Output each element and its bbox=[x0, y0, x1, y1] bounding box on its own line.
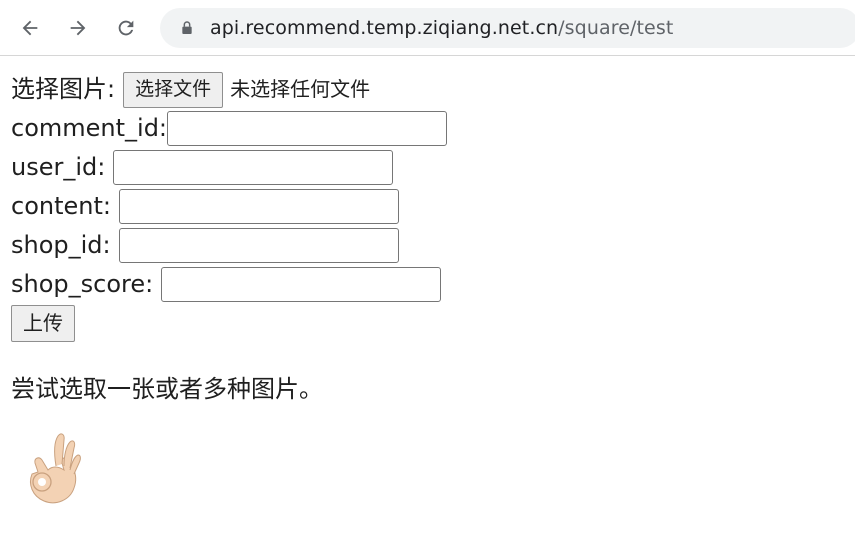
forward-button[interactable] bbox=[62, 12, 94, 44]
user-id-label: user_id: bbox=[11, 153, 106, 181]
arrow-right-icon bbox=[70, 20, 86, 36]
url-path: /square/test bbox=[558, 17, 674, 39]
content-label: content: bbox=[11, 192, 111, 220]
shop-score-field[interactable] bbox=[161, 267, 442, 302]
shop-id-label: shop_id: bbox=[11, 231, 111, 259]
lock-icon[interactable] bbox=[178, 19, 196, 37]
browser-toolbar: api.recommend.temp.ziqiang.net.cn/square… bbox=[0, 0, 855, 56]
image-label: 选择图片: bbox=[11, 75, 116, 103]
upload-form: 选择图片: 选择文件 未选择任何文件 comment_id: user_id: … bbox=[11, 70, 845, 343]
choose-file-button[interactable]: 选择文件 bbox=[123, 71, 224, 108]
comment-id-label: comment_id: bbox=[11, 114, 168, 142]
address-bar[interactable]: api.recommend.temp.ziqiang.net.cn/square… bbox=[160, 8, 855, 48]
content-field[interactable] bbox=[118, 189, 399, 224]
back-button[interactable] bbox=[14, 12, 46, 44]
reload-button[interactable] bbox=[110, 12, 142, 44]
url-host: api.recommend.temp.ziqiang.net.cn bbox=[210, 17, 559, 39]
upload-button[interactable]: 上传 bbox=[11, 305, 75, 342]
submit-row: 上传 bbox=[11, 304, 845, 343]
comment-id-field[interactable] bbox=[167, 111, 448, 146]
shop-score-label: shop_score: bbox=[11, 270, 154, 298]
content-row: content: bbox=[11, 187, 845, 226]
file-status: 未选择任何文件 bbox=[230, 77, 371, 101]
arrow-left-icon bbox=[22, 20, 38, 36]
ok-hand-icon bbox=[18, 430, 88, 506]
shop-score-row: shop_score: bbox=[11, 265, 845, 304]
image-picker-row: 选择图片: 选择文件 未选择任何文件 bbox=[11, 70, 845, 109]
user-id-field[interactable] bbox=[113, 150, 394, 185]
comment-id-row: comment_id: bbox=[11, 109, 845, 148]
reload-icon bbox=[118, 20, 134, 36]
shop-id-row: shop_id: bbox=[11, 226, 845, 265]
user-id-row: user_id: bbox=[11, 148, 845, 187]
preview-hint: 尝试选取一张或者多种图片。 bbox=[11, 375, 323, 403]
shop-id-field[interactable] bbox=[118, 228, 399, 263]
url-text[interactable]: api.recommend.temp.ziqiang.net.cn/square… bbox=[210, 17, 673, 39]
